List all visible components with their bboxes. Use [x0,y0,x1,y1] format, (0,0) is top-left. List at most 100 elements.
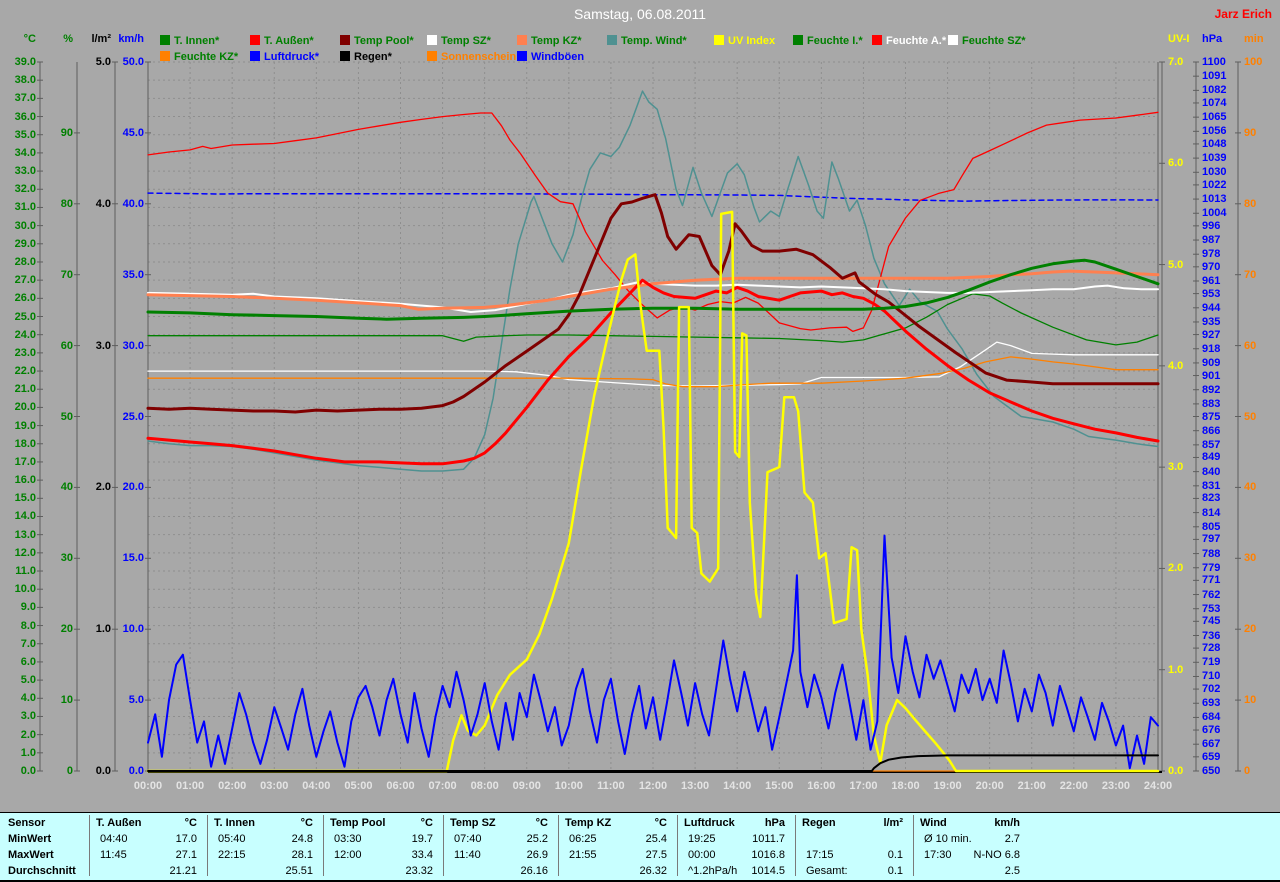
axis-label-temp-c: 26.0 [14,292,36,305]
axis-label-temp-c: 13.0 [14,528,36,541]
axis-label-wind: 50.0 [122,56,144,68]
axis-label-sunshine: 100 [1244,56,1263,68]
table-value-cell: 23.32 [405,865,433,877]
axis-label-temp-c: 3.0 [20,710,36,723]
x-axis-label: 21:00 [1017,780,1046,792]
table-value-cell: N-NO 6.8 [973,849,1020,861]
axis-label-sunshine: 60 [1244,339,1257,352]
axis-label-pressure: 1030 [1202,166,1227,179]
axis-label-pressure: 797 [1202,533,1221,546]
axis-label-temp-c: 25.0 [14,310,36,323]
axis-label-temp-c: 17.0 [14,455,36,468]
axis-label-temp-c: 28.0 [14,255,36,268]
axis-label-wind: 45.0 [122,126,144,139]
axis-label-temp-c: 36.0 [14,110,36,123]
table-value-cell: 26.32 [639,865,667,877]
axis-label-humidity: 80 [60,197,73,210]
table-value-cell: 1016.8 [751,849,785,861]
table-value-cell: 2.5 [1004,865,1020,877]
axis-label-pressure: 736 [1202,629,1221,642]
axis-label-pressure: 918 [1202,342,1221,355]
axis-label-temp-c: 34.0 [14,146,36,159]
axis-label-humidity: 30 [60,552,73,565]
axis-label-pressure: 650 [1202,765,1221,777]
axis-label-humidity: 60 [60,339,73,352]
table-value-cell: 27.5 [645,849,667,861]
axis-label-temp-c: 39.0 [14,56,36,68]
x-axis-label: 19:00 [933,780,962,792]
axis-label-temp-c: 37.0 [14,92,36,105]
x-axis-label: 02:00 [218,780,247,792]
x-axis-label: 20:00 [975,780,1004,792]
table-value-cell: 26.9 [526,849,548,861]
axis-label-humidity: 10 [60,694,73,707]
x-axis-label: 15:00 [765,780,794,792]
table-value-cell: 0.1 [887,849,903,861]
axis-label-pressure: 788 [1202,547,1221,560]
axis-unit-wind: km/h [118,33,144,45]
table-sensor-unit: °C [535,817,548,829]
axis-label-temp-c: 18.0 [14,437,36,450]
axis-label-pressure: 901 [1202,369,1221,382]
axis-label-pressure: 961 [1202,275,1221,287]
axis-label-pressure: 1091 [1202,70,1227,83]
x-axis-label: 08:00 [470,780,499,792]
series-line-t-innen [146,258,1160,321]
x-axis-label: 05:00 [344,780,373,792]
table-value-cell: 24.8 [291,833,313,845]
axis-label-wind: 30.0 [122,339,144,352]
axis-label-pressure: 1074 [1202,96,1227,109]
axis-label-pressure: 779 [1202,561,1221,574]
x-axis-label: 11:00 [597,780,625,792]
axis-label-sunshine: 80 [1244,197,1257,210]
table-sensor-unit: °C [184,817,197,829]
axis-label-pressure: 684 [1202,711,1221,724]
table-sensor-unit: km/h [994,817,1020,829]
axis-label-pressure: 710 [1202,670,1221,683]
axis-label-temp-c: 6.0 [20,655,36,668]
axis-label-temp-c: 33.0 [14,165,36,178]
axis-label-humidity: 40 [60,481,73,494]
weather-chart [37,61,1241,773]
axis-label-pressure: 927 [1202,328,1221,341]
x-axis-label: 00:00 [133,780,163,792]
table-value-cell: 2.7 [1004,833,1020,845]
axis-label-temp-c: 38.0 [14,74,36,87]
axis-label-pressure: 996 [1202,219,1221,232]
axis-label-pressure: 970 [1202,260,1221,273]
table-value-cell: 25.2 [526,833,548,845]
axis-label-pressure: 1039 [1202,152,1227,165]
axis-label-sunshine: 40 [1244,481,1257,494]
axis-label-pressure: 883 [1202,397,1221,410]
table-value-cell: 1014.5 [751,865,785,877]
axis-label-temp-c: 14.0 [14,510,36,523]
axis-label-pressure: 693 [1202,697,1221,710]
table-value-cell: 27.1 [175,849,197,861]
axis-label-pressure: 823 [1202,492,1221,505]
x-axis-label: 23:00 [1101,780,1130,792]
table-sensor-unit: hPa [764,817,785,829]
axis-label-humidity: 90 [60,126,73,139]
table-row-label: Sensor [8,817,46,829]
axis-label-pressure: 753 [1202,602,1221,615]
axis-unit-pressure: hPa [1202,33,1223,45]
axis-label-pressure: 1013 [1202,193,1227,206]
table-sensor-unit: l/m² [883,817,903,829]
axis-label-temp-c: 15.0 [14,492,36,505]
axis-label-temp-c: 10.0 [14,583,36,596]
x-axis-label: 06:00 [386,780,415,792]
table-value-cell: 0.1 [887,865,903,877]
axis-label-pressure: 762 [1202,588,1221,601]
x-axis-label: 17:00 [849,780,878,792]
axis-label-wind: 25.0 [122,410,144,423]
table-value-cell: 21.21 [169,865,197,877]
axis-label-temp-c: 21.0 [14,383,36,396]
axis-label-humidity: 50 [60,410,73,423]
table-value-cell: 28.1 [291,849,313,861]
axis-label-pressure: 745 [1202,615,1221,628]
x-axis-label: 18:00 [891,780,920,792]
axis-label-pressure: 676 [1202,724,1221,737]
x-axis-label: 04:00 [302,780,331,792]
x-axis-label: 07:00 [428,780,457,792]
x-axis-label: 12:00 [638,780,668,792]
